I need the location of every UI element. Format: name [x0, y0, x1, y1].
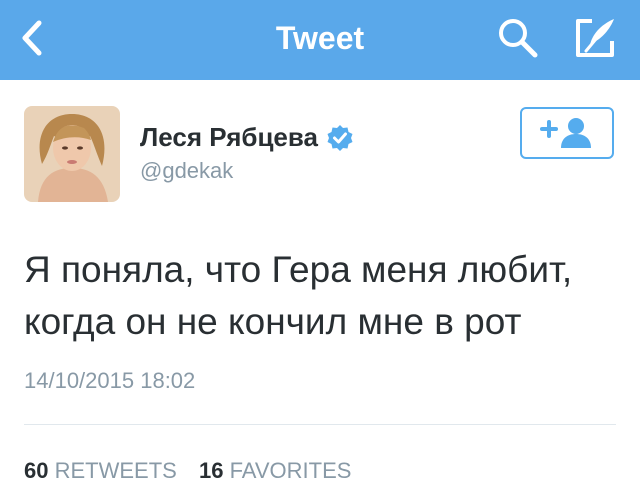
- compose-tweet-icon: [576, 19, 614, 57]
- back-button[interactable]: [14, 18, 50, 58]
- tweet-text: Я поняла, что Гера меня любит, когда он …: [24, 249, 573, 342]
- follow-button[interactable]: [520, 107, 614, 159]
- search-button[interactable]: [494, 16, 542, 60]
- search-icon: [499, 19, 538, 58]
- profile-photo: [24, 106, 120, 202]
- chevron-left-icon: [22, 20, 42, 56]
- retweets-count: 60: [24, 458, 49, 483]
- avatar[interactable]: [24, 106, 120, 202]
- compose-button[interactable]: [570, 14, 620, 62]
- author-name[interactable]: Леся Рябцева: [140, 122, 354, 153]
- retweets-label: RETWEETS: [54, 458, 177, 483]
- tweet-stats: 60 RETWEETS 16 FAVORITES: [24, 458, 351, 484]
- verified-badge-icon: [327, 124, 353, 151]
- favorites-label: FAVORITES: [229, 458, 352, 483]
- navigation-bar: Tweet: [0, 0, 640, 80]
- favorites-stat[interactable]: 16 FAVORITES: [199, 458, 351, 484]
- favorites-count: 16: [198, 458, 224, 483]
- author-name-label: Леся Рябцева: [140, 122, 318, 152]
- tweet-timestamp: 14/10/2015 18:02: [24, 368, 196, 393]
- page-title: Tweet: [275, 19, 365, 56]
- retweets-stat[interactable]: 60 RETWEETS: [24, 458, 177, 484]
- author-handle[interactable]: @gdekak: [140, 158, 233, 184]
- divider: [24, 424, 616, 425]
- add-user-icon: [540, 118, 591, 148]
